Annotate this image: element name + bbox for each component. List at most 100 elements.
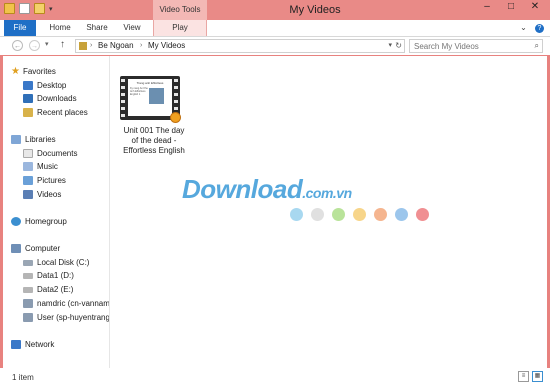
breadcrumb-my-videos[interactable]: My Videos bbox=[148, 40, 185, 52]
tab-home[interactable]: Home bbox=[44, 20, 76, 36]
customize-toolbar-arrow[interactable]: ▾ bbox=[49, 5, 53, 13]
expand-ribbon-icon[interactable]: ⌄ bbox=[520, 23, 527, 32]
nav-computer[interactable]: Computer bbox=[11, 242, 60, 255]
details-view-button[interactable]: ≡ bbox=[518, 371, 529, 382]
drive-icon bbox=[23, 286, 33, 293]
recent-locations-arrow[interactable]: ▾ bbox=[45, 40, 49, 48]
forward-button[interactable]: → bbox=[29, 40, 40, 51]
nav-favorites[interactable]: ★ Favorites bbox=[11, 65, 56, 78]
videos-icon bbox=[23, 190, 33, 199]
nav-item-desktop[interactable]: Desktop bbox=[23, 79, 66, 92]
homegroup-icon bbox=[11, 217, 21, 226]
navigation-pane[interactable]: ★ Favorites Desktop Downloads Recent pla… bbox=[3, 56, 110, 368]
nav-libraries[interactable]: Libraries bbox=[11, 133, 56, 146]
nav-item-videos[interactable]: Videos bbox=[23, 188, 61, 201]
documents-icon bbox=[23, 149, 33, 158]
nav-item-local-disk-c[interactable]: Local Disk (C:) bbox=[23, 256, 89, 269]
nav-network[interactable]: Network bbox=[11, 338, 54, 351]
star-icon: ★ bbox=[11, 66, 20, 77]
slide-photo bbox=[149, 88, 164, 104]
nav-item-network-drive-namdric[interactable]: namdric (cn-vannam bbox=[23, 297, 110, 310]
up-button[interactable]: ↑ bbox=[60, 39, 65, 50]
file-name[interactable]: Unit 001 The day of the dead - Effortles… bbox=[114, 126, 194, 156]
nav-item-data2-e[interactable]: Data2 (E:) bbox=[23, 283, 73, 296]
watermark-dot bbox=[311, 208, 324, 221]
address-bar[interactable]: › Be Ngoan › My Videos ▾ ↻ bbox=[75, 39, 405, 53]
breadcrumb-separator[interactable]: › bbox=[90, 40, 92, 52]
nav-label: Documents bbox=[37, 149, 78, 158]
pictures-icon bbox=[23, 176, 33, 185]
network-icon bbox=[11, 340, 21, 349]
watermark-dot bbox=[290, 208, 303, 221]
watermark-dot bbox=[374, 208, 387, 221]
desktop-icon bbox=[23, 81, 33, 90]
libraries-icon bbox=[11, 135, 21, 144]
nav-label: Videos bbox=[37, 190, 62, 199]
back-button[interactable]: ← bbox=[12, 40, 23, 51]
watermark-dot bbox=[353, 208, 366, 221]
help-icon[interactable]: ? bbox=[535, 24, 544, 33]
tab-file[interactable]: File bbox=[4, 20, 36, 36]
file-list[interactable]: Trang anh Effortless Ky nang An Khe Anh … bbox=[110, 56, 547, 368]
minimize-button[interactable]: – bbox=[478, 1, 496, 12]
nav-label: Favorites bbox=[22, 67, 56, 76]
thumbnail-slide: Trang anh Effortless Ky nang An Khe Anh … bbox=[128, 79, 172, 116]
watermark-dot bbox=[416, 208, 429, 221]
recent-places-icon bbox=[23, 108, 33, 117]
large-icons-view-button[interactable]: ▦ bbox=[532, 371, 543, 382]
nav-label: Desktop bbox=[37, 81, 67, 90]
search-box[interactable]: ⌕ bbox=[409, 39, 543, 53]
folder-location-icon bbox=[79, 42, 87, 50]
nav-item-recent-places[interactable]: Recent places bbox=[23, 106, 88, 119]
nav-label: Pictures bbox=[37, 176, 66, 185]
tab-share[interactable]: Share bbox=[82, 20, 112, 36]
search-input[interactable] bbox=[410, 40, 524, 52]
nav-label: User (sp-huyentrang bbox=[37, 313, 110, 322]
drive-icon bbox=[23, 272, 33, 279]
nav-item-pictures[interactable]: Pictures bbox=[23, 174, 66, 187]
nav-homegroup[interactable]: Homegroup bbox=[11, 215, 67, 228]
nav-item-network-drive-user[interactable]: User (sp-huyentrang bbox=[23, 311, 110, 324]
quick-access-toolbar: ▾ bbox=[4, 3, 53, 14]
new-folder-icon[interactable] bbox=[34, 3, 45, 14]
item-count: 1 item bbox=[12, 373, 34, 382]
title-bar: ▾ Video Tools My Videos – □ ✕ bbox=[0, 0, 550, 20]
nav-item-music[interactable]: Music bbox=[23, 160, 58, 173]
nav-item-documents[interactable]: Documents bbox=[23, 147, 77, 160]
nav-label: Libraries bbox=[25, 135, 56, 144]
nav-label: Network bbox=[25, 340, 55, 349]
properties-icon[interactable] bbox=[19, 3, 30, 14]
drive-icon bbox=[23, 259, 33, 266]
slide-title: Trang anh Effortless bbox=[136, 81, 164, 85]
tab-view[interactable]: View bbox=[118, 20, 146, 36]
nav-label: Recent places bbox=[37, 108, 88, 117]
nav-label: Computer bbox=[25, 244, 61, 253]
context-tab-group-video-tools: Video Tools bbox=[153, 0, 207, 20]
watermark-dots bbox=[290, 208, 429, 221]
music-icon bbox=[23, 162, 33, 171]
breadcrumb-be-ngoan[interactable]: Be Ngoan bbox=[98, 40, 134, 52]
slide-body: Ky nang An Khe Anh Effortless English 1 bbox=[130, 87, 148, 96]
computer-icon bbox=[11, 244, 21, 253]
video-file-item[interactable]: Trang anh Effortless Ky nang An Khe Anh … bbox=[120, 76, 182, 126]
nav-label: Downloads bbox=[37, 94, 77, 103]
breadcrumb-separator[interactable]: › bbox=[140, 40, 142, 52]
watermark-logo: Download.com.vn bbox=[182, 174, 352, 204]
explorer-body: ★ Favorites Desktop Downloads Recent pla… bbox=[3, 56, 547, 368]
address-dropdown-icon[interactable]: ▾ bbox=[388, 40, 392, 52]
close-button[interactable]: ✕ bbox=[526, 1, 544, 12]
nav-item-downloads[interactable]: Downloads bbox=[23, 92, 77, 105]
nav-label: namdric (cn-vannam bbox=[37, 299, 110, 308]
tab-play[interactable]: Play bbox=[153, 20, 207, 36]
nav-item-data1-d[interactable]: Data1 (D:) bbox=[23, 269, 74, 282]
downloads-icon bbox=[23, 94, 33, 103]
media-player-badge-icon bbox=[170, 112, 181, 123]
window-title: My Videos bbox=[289, 4, 341, 16]
search-icon[interactable]: ⌕ bbox=[535, 40, 539, 52]
folder-icon[interactable] bbox=[4, 3, 15, 14]
nav-label: Local Disk (C:) bbox=[37, 258, 90, 267]
refresh-icon[interactable]: ↻ bbox=[395, 40, 402, 52]
address-toolbar: ← → ▾ ↑ › Be Ngoan › My Videos ▾ ↻ ⌕ bbox=[0, 37, 550, 55]
nav-label: Data1 (D:) bbox=[37, 271, 74, 280]
maximize-button[interactable]: □ bbox=[502, 1, 520, 12]
